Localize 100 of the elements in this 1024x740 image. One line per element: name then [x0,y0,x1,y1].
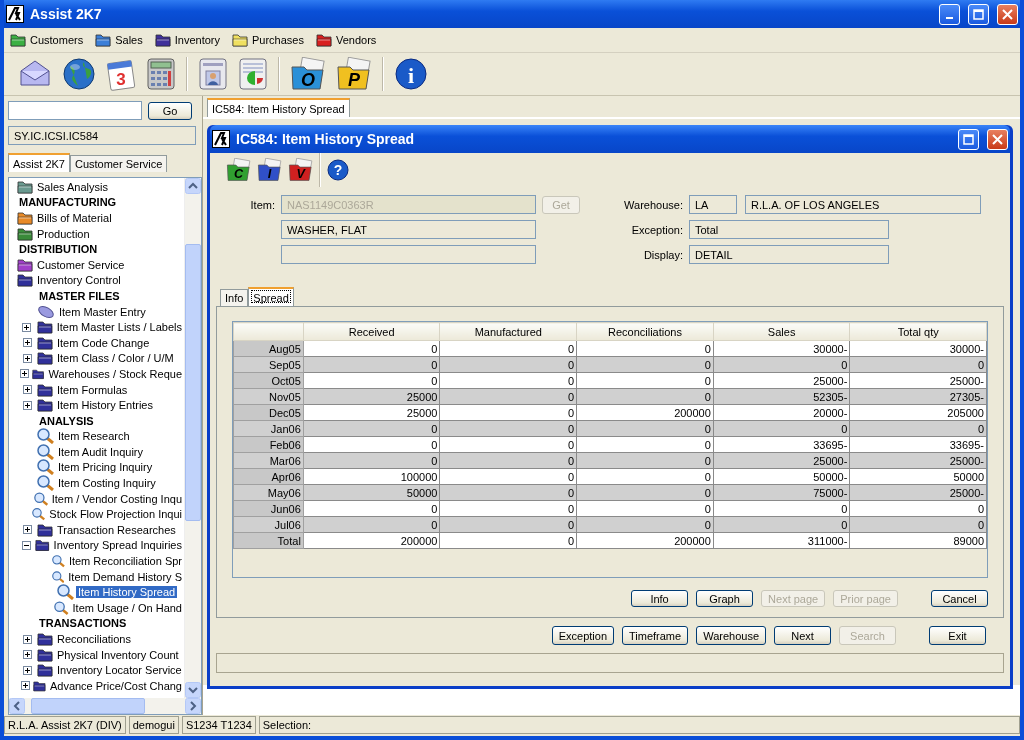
minimize-button[interactable] [939,3,960,25]
field-label: Display: [642,248,683,261]
action-button[interactable]: Info [631,590,689,607]
tree-item[interactable]: Item / Vendor Costing Inqu [49,492,184,505]
expand-icon[interactable] [22,385,32,394]
document-tab[interactable]: IC584: Item History Spread [207,98,350,117]
warehouse-name-field[interactable]: R.L.A. OF LOS ANGELES [745,195,981,214]
tree-item[interactable]: Item Formulas [55,383,130,396]
vertical-scrollbar[interactable] [184,178,201,698]
maximize-button[interactable] [958,128,979,150]
warehouse-code-field[interactable]: LA [689,195,737,214]
column-header[interactable]: Received [303,322,440,341]
description-field[interactable] [281,245,536,264]
tree-item[interactable]: Item Code Change [55,336,152,349]
tree-item[interactable]: Item History Spread [76,586,178,599]
menu-item[interactable]: Customers [10,33,84,47]
scroll-right-icon[interactable] [185,698,201,714]
tree-item[interactable]: Customer Service [35,258,127,271]
menu-item[interactable]: Sales [95,33,143,47]
expand-icon[interactable] [22,322,32,332]
scroll-up-icon[interactable] [185,178,201,194]
tree-item[interactable]: Item Audit Inquiry [56,445,145,458]
expand-icon[interactable] [22,338,32,348]
action-button[interactable]: Next [774,626,831,645]
tree-heading: TRANSACTIONS [38,617,128,630]
calculator-icon[interactable] [146,57,176,91]
display-field[interactable]: DETAIL [689,245,889,264]
action-button[interactable]: Timeframe [622,626,689,645]
close-button[interactable] [987,128,1008,150]
scroll-down-icon[interactable] [185,682,201,698]
status-cell: R.L.A. Assist 2K7 (DIV) [4,716,126,734]
tree-item[interactable]: Inventory Locator Service [55,664,184,677]
tree-item[interactable]: Inventory Spread Inquiries [51,539,184,552]
expand-icon[interactable] [20,369,30,379]
column-header[interactable]: Total qty [849,322,987,341]
tree-item[interactable]: Physical Inventory Count [55,648,181,661]
horizontal-scrollbar[interactable] [9,698,201,714]
calendar-icon[interactable]: 3 [106,57,136,91]
tree-item[interactable]: Item Costing Inquiry [56,477,158,490]
action-button[interactable]: Exit [929,626,986,645]
column-header[interactable]: Reconciliations [576,322,714,341]
expand-icon[interactable] [20,681,30,691]
tab[interactable]: Spread [248,287,294,306]
maximize-button[interactable] [968,3,989,25]
expand-icon[interactable] [22,353,32,363]
action-button[interactable]: Cancel [931,590,988,607]
tree-item[interactable]: Item Master Lists / Labels [54,321,184,334]
action-button[interactable]: Warehouse [696,626,766,645]
status-cell: S1234 T1234 [181,716,256,734]
menu-item[interactable]: Inventory [154,33,220,47]
tree-item[interactable]: Warehouses / Stock Reque [46,367,184,380]
expand-icon[interactable] [22,525,32,535]
magnifier-icon [37,459,54,476]
tree-item[interactable]: Item Reconciliation Spr [66,555,184,568]
scroll-left-icon[interactable] [9,698,25,714]
field-label: Warehouse: [623,198,683,211]
tree-item[interactable]: Item Master Entry [57,305,148,318]
column-header[interactable]: Manufactured [439,322,577,341]
tree-item[interactable]: Item Demand History S [66,570,184,583]
tree-item[interactable]: Transaction Researches [55,523,178,536]
tree-item[interactable]: Bills of Material [35,212,114,224]
tree-item[interactable]: Stock Flow Projection Inqui [47,508,184,521]
globe-icon[interactable] [62,57,96,91]
expand-icon[interactable] [22,400,32,410]
tree-item[interactable]: Sales Analysis [35,180,110,193]
column-header[interactable]: Sales [713,322,850,341]
menu-item[interactable]: Purchases [231,33,304,47]
expand-icon[interactable] [22,634,32,644]
tree-item[interactable]: Production [35,227,92,240]
tree-item[interactable]: Inventory Control [35,274,123,287]
path-field[interactable]: SY.IC.ICSI.IC584 [8,126,196,145]
tab[interactable]: Info [220,289,249,306]
exception-field[interactable]: Total [689,220,889,239]
go-button[interactable]: Go [148,101,192,120]
tree-item[interactable]: Reconciliations [55,633,133,645]
scroll-thumb[interactable] [185,244,201,521]
menu-item[interactable]: Vendors [315,33,377,47]
collapse-icon[interactable] [21,540,31,550]
action-button[interactable]: Graph [696,590,754,607]
info-icon[interactable]: i [394,57,428,91]
tree-item[interactable]: Item Usage / On Hand [70,601,184,614]
tab[interactable]: Customer Service [69,155,168,172]
tree-item[interactable]: Item Class / Color / U/M [55,352,176,365]
expand-icon[interactable] [22,650,32,660]
help-icon[interactable]: ? [327,159,349,181]
logo-icon [6,5,24,23]
tree-item[interactable]: Item Pricing Inquiry [56,461,155,474]
pie-chart-icon[interactable] [238,57,268,91]
scroll-thumb[interactable] [31,698,145,714]
contact-card-icon[interactable] [198,57,228,91]
action-button[interactable]: Exception [551,626,614,645]
tab[interactable]: Assist 2K7 [8,153,70,172]
close-button[interactable] [997,3,1018,25]
tree-item[interactable]: Advance Price/Cost Chang [47,679,184,692]
magnifier-icon [37,428,54,445]
tree-item[interactable]: Item Research [56,430,132,443]
expand-icon[interactable] [22,665,32,675]
field-label: Item: [249,198,275,211]
tree-item[interactable]: Item History Entries [55,399,155,412]
search-field[interactable] [8,101,142,120]
